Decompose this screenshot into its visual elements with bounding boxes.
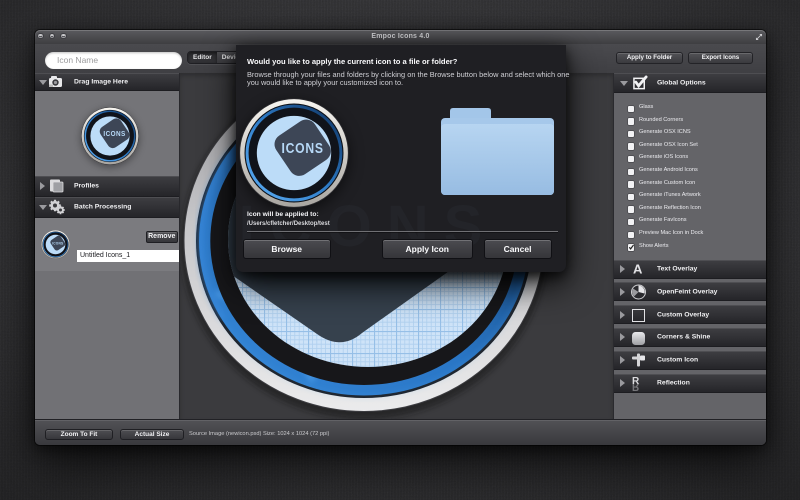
svg-text:R: R [632,381,640,391]
